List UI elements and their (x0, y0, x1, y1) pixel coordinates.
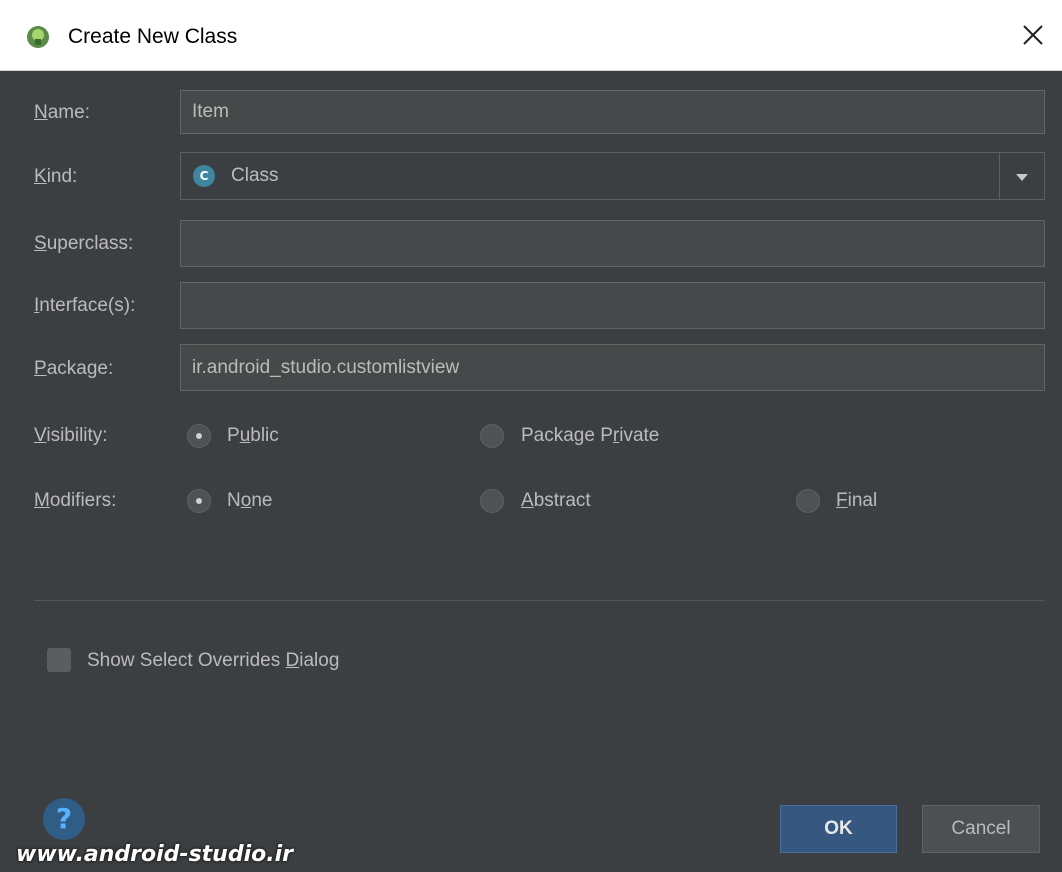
interfaces-label: Interface(s): (34, 295, 136, 316)
modifiers-label: Modifiers: (34, 490, 117, 511)
name-label: Name: (34, 102, 90, 123)
visibility-label: Visibility: (34, 425, 108, 446)
show-overrides-checkbox[interactable] (47, 648, 71, 672)
visibility-public-radio[interactable] (187, 424, 211, 448)
interfaces-field[interactable] (180, 282, 1045, 329)
modifier-none-radio[interactable] (187, 489, 211, 513)
title-bar: Create New Class (0, 0, 1062, 71)
superclass-field[interactable] (180, 220, 1045, 267)
modifier-final-radio[interactable] (796, 489, 820, 513)
visibility-package-private-radio[interactable] (480, 424, 504, 448)
modifier-abstract-label: Abstract (521, 490, 591, 511)
dialog-title: Create New Class (68, 25, 238, 48)
class-icon: C (193, 165, 215, 187)
modifier-abstract-radio[interactable] (480, 489, 504, 513)
separator (34, 600, 1045, 601)
name-field[interactable]: Item (180, 90, 1045, 134)
ok-button[interactable]: OK (780, 805, 897, 853)
kind-value: Class (231, 165, 279, 186)
help-icon[interactable]: ? (43, 798, 85, 840)
kind-select[interactable]: C Class (180, 152, 1045, 200)
show-overrides-label[interactable]: Show Select Overrides Dialog (87, 650, 339, 672)
superclass-label: Superclass: (34, 233, 134, 254)
combo-divider (999, 153, 1000, 199)
android-studio-icon (27, 26, 49, 48)
kind-label: Kind: (34, 166, 78, 187)
modifier-none-label: None (227, 490, 273, 511)
chevron-down-icon[interactable] (1010, 167, 1034, 187)
package-label: Package: (34, 358, 114, 379)
close-icon[interactable] (1018, 20, 1048, 50)
package-field[interactable]: ir.android_studio.customlistview (180, 344, 1045, 391)
watermark: www.android-studio.ir (16, 842, 293, 867)
cancel-button[interactable]: Cancel (922, 805, 1040, 853)
visibility-public-label: Public (227, 425, 279, 446)
visibility-package-private-label: Package Private (521, 425, 660, 446)
modifier-final-label: Final (836, 490, 878, 511)
